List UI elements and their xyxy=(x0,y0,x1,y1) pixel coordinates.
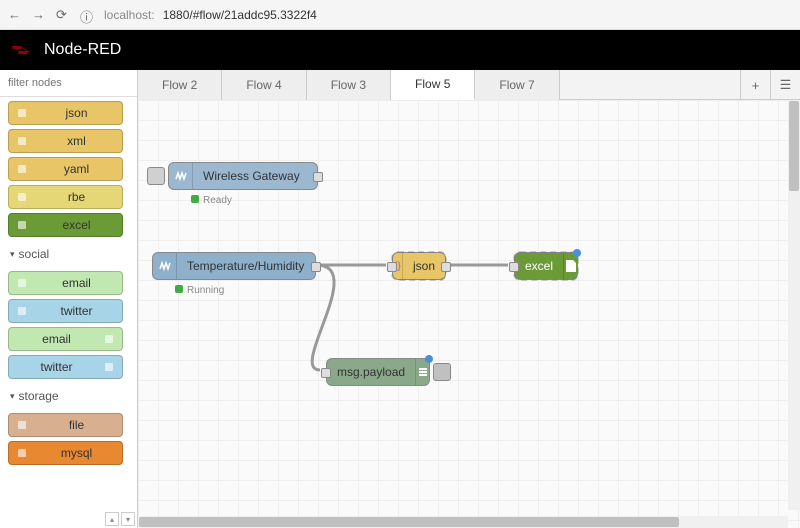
palette-node-file[interactable]: file xyxy=(8,413,123,437)
palette-node-label: xml xyxy=(35,134,118,148)
status-text: Ready xyxy=(203,195,232,206)
input-port[interactable] xyxy=(509,262,519,272)
palette-node-yaml[interactable]: yaml xyxy=(8,157,123,181)
flow-canvas[interactable]: Wireless Gateway Ready Temperature/Humid… xyxy=(138,100,800,528)
palette-node-label: twitter xyxy=(35,304,118,318)
palette-node-label: mysql xyxy=(35,446,118,460)
tab-flow-4[interactable]: Flow 4 xyxy=(222,70,306,100)
nodered-logo-icon xyxy=(12,44,36,56)
palette-node-label: twitter xyxy=(13,360,100,374)
palette-node-label: rbe xyxy=(35,190,118,204)
excel-icon xyxy=(13,216,31,234)
twitter-icon xyxy=(100,358,118,376)
category-social[interactable]: social xyxy=(0,241,137,267)
palette-node-email[interactable]: email xyxy=(8,327,123,351)
file-icon xyxy=(13,416,31,434)
palette-collapse-down[interactable]: ▾ xyxy=(121,512,135,526)
flow-list-button[interactable]: ☰ xyxy=(770,70,800,100)
palette-node-label: json xyxy=(35,106,118,120)
url-path: 1880/#flow/21addc95.3322f4 xyxy=(163,8,317,22)
node-json[interactable]: {} json xyxy=(392,252,446,280)
info-icon: ⓘ xyxy=(80,7,96,23)
email-icon xyxy=(100,330,118,348)
palette-node-twitter[interactable]: twitter xyxy=(8,355,123,379)
changed-indicator xyxy=(573,249,581,257)
palette-node-excel[interactable]: excel xyxy=(8,213,123,237)
debug-toggle-button[interactable] xyxy=(433,363,451,381)
input-port[interactable] xyxy=(387,262,397,272)
category-storage[interactable]: storage xyxy=(0,383,137,409)
inject-icon xyxy=(169,163,193,189)
output-port[interactable] xyxy=(441,262,451,272)
twitter-icon xyxy=(13,302,31,320)
flow-tabs: Flow 2Flow 4Flow 3Flow 5Flow 7 + ☰ xyxy=(138,70,800,100)
node-excel[interactable]: excel xyxy=(514,252,578,280)
status-text: Running xyxy=(187,285,224,296)
forward-button[interactable]: → xyxy=(32,7,48,23)
mysql-icon xyxy=(13,444,31,462)
yaml-icon xyxy=(13,160,31,178)
app-title: Node-RED xyxy=(44,41,121,59)
status-indicator xyxy=(191,195,199,203)
tab-flow-7[interactable]: Flow 7 xyxy=(475,70,559,100)
palette-node-label: file xyxy=(35,418,118,432)
node-label: Wireless Gateway xyxy=(193,169,310,183)
email-icon xyxy=(13,274,31,292)
tab-flow-5[interactable]: Flow 5 xyxy=(391,70,475,100)
node-label: excel xyxy=(515,259,563,273)
xml-icon xyxy=(13,132,31,150)
palette-node-label: email xyxy=(13,332,100,346)
palette-node-mysql[interactable]: mysql xyxy=(8,441,123,465)
output-port[interactable] xyxy=(311,262,321,272)
horizontal-scrollbar[interactable] xyxy=(138,516,788,528)
inject-button[interactable] xyxy=(147,167,165,185)
node-label: json xyxy=(403,259,445,273)
palette-node-label: yaml xyxy=(35,162,118,176)
input-port[interactable] xyxy=(321,368,331,378)
file-icon xyxy=(563,253,577,279)
palette-node-rbe[interactable]: rbe xyxy=(8,185,123,209)
changed-indicator xyxy=(425,355,433,363)
palette-collapse-up[interactable]: ▴ xyxy=(105,512,119,526)
palette-node-json[interactable]: json xyxy=(8,101,123,125)
palette-node-xml[interactable]: xml xyxy=(8,129,123,153)
json-icon xyxy=(13,104,31,122)
palette-node-label: excel xyxy=(35,218,118,232)
output-port[interactable] xyxy=(313,172,323,182)
node-label: msg.payload xyxy=(327,365,415,379)
browser-toolbar: ← → ⟳ ⓘ localhost: 1880/#flow/21addc95.33… xyxy=(0,0,800,30)
add-flow-button[interactable]: + xyxy=(740,70,770,100)
back-button[interactable]: ← xyxy=(8,7,24,23)
vertical-scrollbar[interactable] xyxy=(788,100,800,510)
debug-icon xyxy=(415,359,429,385)
filter-nodes-input[interactable] xyxy=(4,74,133,92)
palette-node-twitter[interactable]: twitter xyxy=(8,299,123,323)
reload-button[interactable]: ⟳ xyxy=(56,7,72,23)
palette-sidebar: json xml yaml rbe excel social email twitter e… xyxy=(0,70,138,528)
tab-flow-2[interactable]: Flow 2 xyxy=(138,70,222,100)
rbe-icon xyxy=(13,188,31,206)
tab-flow-3[interactable]: Flow 3 xyxy=(307,70,391,100)
node-wireless-gateway[interactable]: Wireless Gateway Ready xyxy=(168,162,318,190)
node-debug[interactable]: msg.payload xyxy=(326,358,430,386)
palette-node-email[interactable]: email xyxy=(8,271,123,295)
node-label: Temperature/Humidity xyxy=(177,259,314,273)
app-header: Node-RED xyxy=(0,30,800,70)
url-host: localhost: xyxy=(104,8,155,22)
inject-icon xyxy=(153,253,177,279)
node-temperature-humidity[interactable]: Temperature/Humidity Running xyxy=(152,252,316,280)
palette-node-label: email xyxy=(35,276,118,290)
status-indicator xyxy=(175,285,183,293)
